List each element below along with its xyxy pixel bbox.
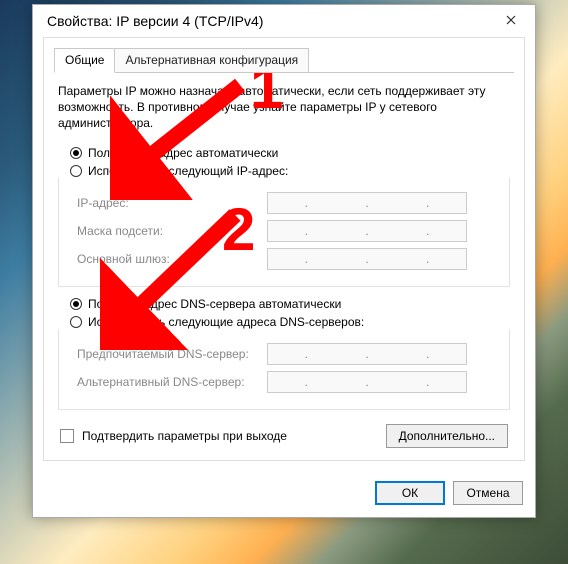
radio-dns-manual-label: Использовать следующие адреса DNS-сервер… — [88, 315, 364, 329]
dialog-buttons: ОК Отмена — [33, 471, 535, 517]
tab-strip: Общие Альтернативная конфигурация — [54, 48, 514, 73]
dns-manual-group: Предпочитаемый DNS-сервер: ... Альтернат… — [58, 329, 510, 410]
dns-pref-input: ... — [267, 343, 467, 365]
tab-alternate[interactable]: Альтернативная конфигурация — [114, 48, 309, 73]
intro-text: Параметры IP можно назначать автоматичес… — [58, 83, 510, 132]
radio-icon — [70, 147, 82, 159]
radio-icon — [70, 298, 82, 310]
radio-ip-manual[interactable]: Использовать следующий IP-адрес: — [70, 164, 514, 178]
cancel-button[interactable]: Отмена — [453, 481, 523, 505]
gateway-input: ... — [267, 248, 467, 270]
window-title: Свойства: IP версии 4 (TCP/IPv4) — [47, 13, 489, 29]
radio-icon — [70, 165, 82, 177]
validate-checkbox[interactable] — [60, 429, 74, 443]
dns-alt-label: Альтернативный DNS-сервер: — [77, 375, 267, 389]
radio-ip-auto[interactable]: Получить IP-адрес автоматически — [70, 146, 514, 160]
validate-label: Подтвердить параметры при выходе — [82, 429, 287, 443]
dialog-content-frame: Общие Альтернативная конфигурация Параме… — [43, 37, 525, 461]
subnet-mask-label: Маска подсети: — [77, 224, 267, 238]
titlebar: Свойства: IP версии 4 (TCP/IPv4) — [33, 5, 535, 37]
ip-address-label: IP-адрес: — [77, 196, 267, 210]
ok-button[interactable]: ОК — [375, 481, 445, 505]
dns-pref-label: Предпочитаемый DNS-сервер: — [77, 347, 267, 361]
radio-icon — [70, 316, 82, 328]
ip-manual-group: IP-адрес: ... Маска подсети: ... Основно… — [58, 178, 510, 287]
radio-ip-auto-label: Получить IP-адрес автоматически — [88, 146, 278, 160]
close-button[interactable] — [489, 5, 533, 35]
ipv4-properties-dialog: Свойства: IP версии 4 (TCP/IPv4) Общие А… — [32, 4, 536, 518]
radio-dns-auto[interactable]: Получить адрес DNS-сервера автоматически — [70, 297, 514, 311]
close-icon — [506, 15, 516, 25]
ip-address-input: ... — [267, 192, 467, 214]
dns-alt-input: ... — [267, 371, 467, 393]
subnet-mask-input: ... — [267, 220, 467, 242]
radio-dns-manual[interactable]: Использовать следующие адреса DNS-сервер… — [70, 315, 514, 329]
tab-general[interactable]: Общие — [54, 48, 115, 73]
radio-ip-manual-label: Использовать следующий IP-адрес: — [88, 164, 288, 178]
advanced-button[interactable]: Дополнительно... — [386, 424, 508, 448]
radio-dns-auto-label: Получить адрес DNS-сервера автоматически — [88, 297, 341, 311]
gateway-label: Основной шлюз: — [77, 252, 267, 266]
